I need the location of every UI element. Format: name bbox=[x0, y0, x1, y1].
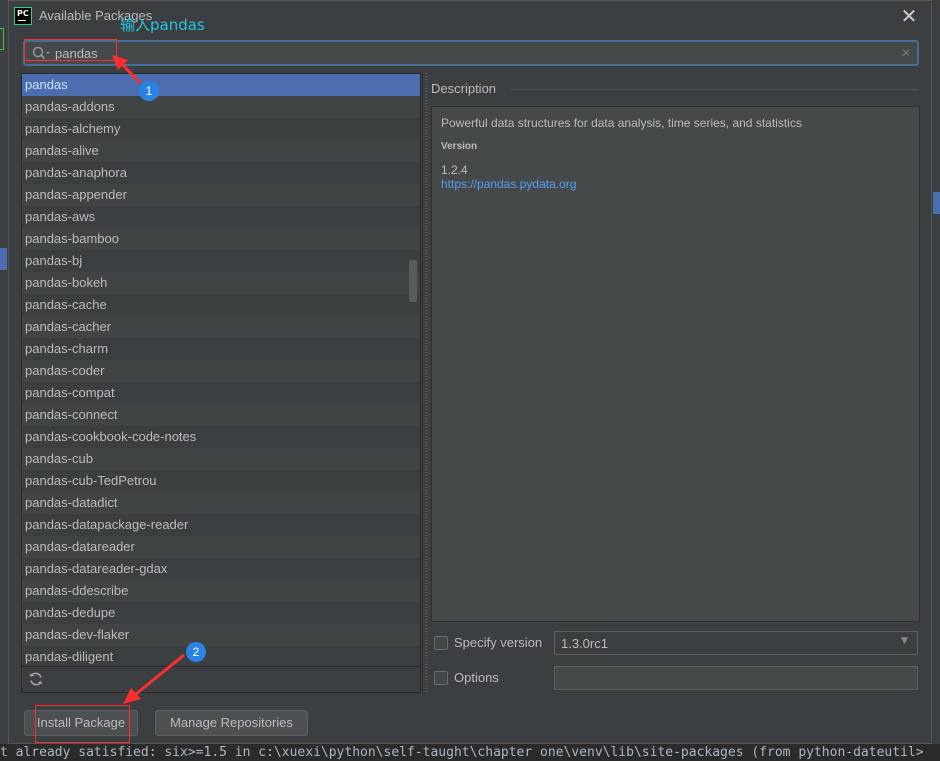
refresh-icon[interactable] bbox=[28, 671, 44, 687]
pycharm-logo-icon: PC bbox=[14, 7, 32, 25]
version-select[interactable]: 1.3.0rc1 ▼ bbox=[554, 631, 918, 655]
available-packages-dialog: PC Available Packages ✕ ✕ pandaspandas-a… bbox=[8, 0, 932, 744]
package-list-item[interactable]: pandas-datareader-gdax bbox=[22, 558, 420, 580]
options-input[interactable] bbox=[554, 666, 918, 690]
options-label[interactable]: Options bbox=[454, 670, 499, 685]
options-checkbox[interactable] bbox=[434, 671, 448, 685]
package-list-item[interactable]: pandas-bamboo bbox=[22, 228, 420, 250]
ide-selection-mark bbox=[933, 192, 940, 214]
annotation-step-badge-2: 2 bbox=[186, 642, 206, 662]
clear-search-icon[interactable]: ✕ bbox=[899, 44, 913, 62]
package-list-item[interactable]: pandas-compat bbox=[22, 382, 420, 404]
ide-selection-mark bbox=[0, 248, 7, 270]
package-list-item[interactable]: pandas-dev-flaker bbox=[22, 624, 420, 646]
splitter-grip[interactable] bbox=[425, 73, 428, 693]
package-list-item[interactable]: pandas-datadict bbox=[22, 492, 420, 514]
ide-gutter-mark bbox=[0, 28, 4, 50]
package-list-item[interactable]: pandas-bokeh bbox=[22, 272, 420, 294]
version-label: Version bbox=[441, 141, 478, 152]
description-panel: Powerful data structures for data analys… bbox=[431, 106, 920, 622]
package-list-item[interactable]: pandas-addons bbox=[22, 96, 420, 118]
package-list[interactable]: pandas pandas-addons pandas-alchemy pandas-… bbox=[21, 73, 421, 667]
console-output-line: t already satisfied: six>=1.5 in c:\xuex… bbox=[0, 744, 940, 761]
package-homepage-link[interactable]: https://pandas.pydata.org bbox=[441, 177, 576, 191]
package-list-item[interactable]: pandas-bj bbox=[22, 250, 420, 272]
package-list-item[interactable]: pandas-aws bbox=[22, 206, 420, 228]
list-toolbar bbox=[21, 667, 421, 693]
package-list-item[interactable]: pandas-anaphora bbox=[22, 162, 420, 184]
specify-version-checkbox[interactable] bbox=[434, 636, 448, 650]
description-divider bbox=[511, 89, 919, 90]
package-list-item[interactable]: pandas bbox=[22, 74, 420, 96]
package-list-item[interactable]: pandas-charm bbox=[22, 338, 420, 360]
package-list-item[interactable]: pandas-cookbook-code-notes bbox=[22, 426, 420, 448]
package-list-item[interactable]: pandas-cub-TedPetrou bbox=[22, 470, 420, 492]
version-select-value: 1.3.0rc1 bbox=[561, 636, 608, 651]
app-icon-text: PC bbox=[17, 9, 29, 18]
package-list-item[interactable]: pandas-alchemy bbox=[22, 118, 420, 140]
package-list-item[interactable]: pandas-cache bbox=[22, 294, 420, 316]
package-list-item[interactable]: pandas-alive bbox=[22, 140, 420, 162]
package-list-item[interactable]: pandas-ddescribe bbox=[22, 580, 420, 602]
package-list-item[interactable]: pandas-connect bbox=[22, 404, 420, 426]
description-heading: Description bbox=[431, 81, 497, 96]
package-list-item[interactable]: pandas-cub bbox=[22, 448, 420, 470]
package-list-item[interactable]: pandas-coder bbox=[22, 360, 420, 382]
search-field[interactable]: ✕ bbox=[23, 40, 919, 66]
annotation-hint-text: 输入pandas bbox=[120, 16, 205, 34]
annotation-step-badge-1: 1 bbox=[139, 81, 159, 101]
ide-background-right bbox=[932, 0, 940, 761]
ide-background-left bbox=[0, 0, 8, 761]
app-icon-bar bbox=[18, 20, 26, 21]
package-list-item[interactable]: pandas-appender bbox=[22, 184, 420, 206]
chevron-down-icon[interactable]: ▼ bbox=[901, 636, 908, 646]
package-version: 1.2.4 bbox=[441, 163, 468, 177]
list-scrollbar[interactable] bbox=[409, 260, 417, 302]
package-list-item[interactable]: pandas-datareader bbox=[22, 536, 420, 558]
package-list-item[interactable]: pandas-diligent bbox=[22, 646, 420, 666]
package-summary: Powerful data structures for data analys… bbox=[441, 116, 802, 130]
annotation-highlight-search bbox=[24, 39, 117, 61]
search-input[interactable] bbox=[55, 44, 875, 62]
package-list-item[interactable]: pandas-dedupe bbox=[22, 602, 420, 624]
panel-splitter[interactable] bbox=[422, 73, 429, 693]
package-list-item[interactable]: pandas-datapackage-reader bbox=[22, 514, 420, 536]
manage-repositories-button[interactable]: Manage Repositories bbox=[155, 710, 308, 736]
annotation-highlight-install bbox=[35, 705, 130, 743]
package-list-item[interactable]: pandas-cacher bbox=[22, 316, 420, 338]
specify-version-label[interactable]: Specify version bbox=[454, 635, 542, 650]
close-icon[interactable]: ✕ bbox=[899, 6, 919, 26]
